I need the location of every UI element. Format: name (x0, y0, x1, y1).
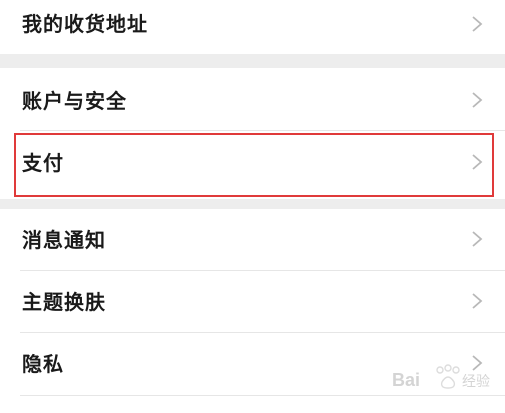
settings-item-notifications[interactable]: 消息通知 (0, 209, 505, 270)
settings-item-label: 我的收货地址 (22, 12, 148, 36)
settings-item-label: 隐私 (22, 352, 64, 376)
settings-item-shipping-address[interactable]: 我的收货地址 (0, 0, 505, 54)
chevron-right-icon (470, 291, 484, 311)
svg-text:Bai: Bai (392, 370, 420, 390)
svg-text:经验: 经验 (462, 374, 490, 390)
settings-item-label: 主题换肤 (22, 290, 106, 314)
section-separator (0, 54, 505, 68)
settings-item-payment[interactable]: 支付 (0, 131, 505, 199)
chevron-right-icon (470, 90, 484, 110)
section-separator (0, 199, 505, 209)
baidu-watermark-logo: Bai 经验 (388, 360, 500, 394)
settings-item-account-security[interactable]: 账户与安全 (0, 68, 505, 130)
chevron-right-icon (470, 152, 484, 172)
chevron-right-icon (470, 14, 484, 34)
settings-screen: 我的收货地址 账户与安全 支付 消息通知 主题换肤 隐私 Bai 经验 (0, 0, 505, 413)
settings-item-label: 支付 (22, 151, 64, 175)
settings-item-label: 账户与安全 (22, 89, 127, 113)
settings-item-label: 消息通知 (22, 228, 106, 252)
row-divider (20, 395, 505, 396)
chevron-right-icon (470, 229, 484, 249)
settings-item-theme[interactable]: 主题换肤 (0, 271, 505, 332)
